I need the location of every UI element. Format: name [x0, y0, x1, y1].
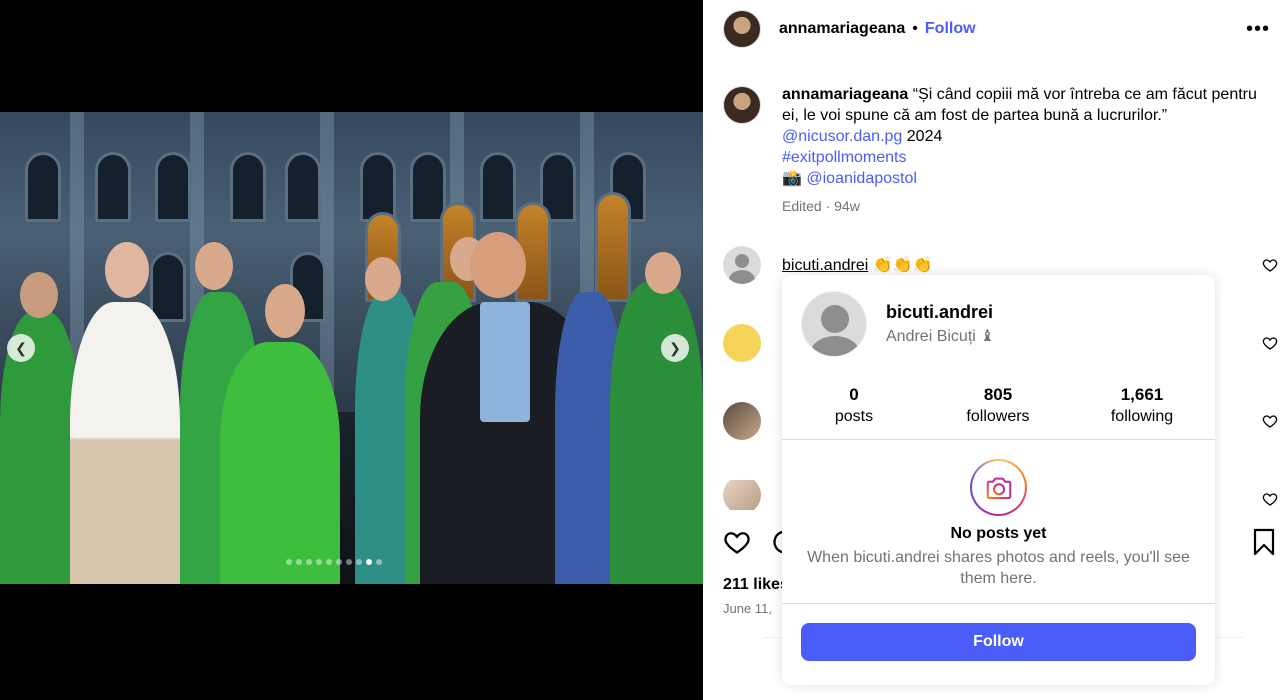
- follow-link[interactable]: Follow: [925, 20, 976, 38]
- like-icon[interactable]: [723, 528, 751, 556]
- avatar[interactable]: [723, 480, 761, 510]
- carousel-prev-button[interactable]: ❮: [7, 334, 35, 362]
- mention-link[interactable]: @ioanidapostol: [806, 170, 917, 187]
- crowd: [0, 232, 703, 584]
- stat-posts: 0 posts: [782, 384, 926, 428]
- divider: [782, 439, 1215, 440]
- carousel-dot: [356, 559, 362, 565]
- no-posts-description: When bicuti.andrei shares photos and ree…: [807, 549, 1190, 587]
- stat-followers[interactable]: 805 followers: [926, 384, 1070, 428]
- like-comment-icon[interactable]: [1262, 413, 1278, 429]
- hover-card-full-name: Andrei Bicuți ♝: [886, 328, 995, 345]
- mention-link[interactable]: @nicusor.dan.pg: [782, 128, 902, 145]
- carousel-dot: [286, 559, 292, 565]
- carousel-next-button[interactable]: ❯: [661, 334, 689, 362]
- stat-number: 805: [983, 385, 1013, 404]
- carousel-dot-active: [366, 559, 372, 565]
- profile-stats: 0 posts 805 followers 1,661 following: [782, 384, 1215, 428]
- avatar[interactable]: [723, 10, 761, 48]
- camera-icon: [970, 459, 1027, 516]
- stat-label: followers: [966, 408, 1030, 425]
- stat-following[interactable]: 1,661 following: [1070, 384, 1214, 428]
- chevron-right-icon: ❯: [669, 339, 681, 356]
- chevron-left-icon: ❮: [15, 339, 27, 356]
- post-photo: ❮ ❯: [0, 112, 703, 584]
- carousel-dot: [316, 559, 322, 565]
- stat-number: 0: [849, 385, 859, 404]
- post-caption: annamariageana “Și când copiii mă vor în…: [723, 84, 1273, 217]
- avatar[interactable]: [723, 402, 761, 440]
- post-header: annamariageana • Follow •••: [703, 0, 1288, 58]
- carousel-dot: [376, 559, 382, 565]
- carousel-dots: [286, 559, 382, 565]
- like-comment-icon[interactable]: [1262, 491, 1278, 507]
- avatar[interactable]: [801, 291, 867, 357]
- carousel-dot: [326, 559, 332, 565]
- stat-label: following: [1110, 408, 1174, 425]
- comment-row: [723, 324, 761, 362]
- stat-label: posts: [834, 408, 874, 425]
- carousel-dot: [336, 559, 342, 565]
- post-username[interactable]: annamariageana: [779, 20, 905, 38]
- hashtag-link[interactable]: #exitpollmoments: [782, 149, 907, 166]
- comment-text: 👏👏👏: [872, 257, 933, 274]
- follow-button[interactable]: Follow: [801, 623, 1196, 661]
- comment-row: [723, 480, 761, 510]
- more-options-icon[interactable]: •••: [1246, 18, 1270, 41]
- post-date: June 11,: [723, 601, 772, 616]
- caption-year: 2024: [906, 128, 943, 145]
- camera-emoji: 📸: [782, 170, 802, 187]
- divider: [782, 603, 1215, 604]
- profile-hover-card: bicuti.andrei Andrei Bicuți ♝ 0 posts 80…: [782, 275, 1215, 685]
- avatar[interactable]: [723, 246, 761, 284]
- hover-card-username[interactable]: bicuti.andrei: [886, 302, 995, 323]
- edited-timestamp: Edited · 94w: [782, 198, 860, 214]
- comment-username[interactable]: bicuti.andrei: [782, 257, 868, 274]
- carousel-dot: [296, 559, 302, 565]
- no-posts-title: No posts yet: [950, 525, 1047, 542]
- like-comment-icon[interactable]: [1262, 335, 1278, 351]
- caption-username[interactable]: annamariageana: [782, 86, 908, 103]
- carousel-dot: [346, 559, 352, 565]
- comment-row: [723, 402, 761, 440]
- bookmark-icon[interactable]: [1252, 528, 1276, 556]
- like-count[interactable]: 211 likes: [723, 576, 789, 594]
- stat-number: 1,661: [1120, 385, 1164, 404]
- post-media: ❮ ❯: [0, 0, 703, 700]
- carousel-dot: [306, 559, 312, 565]
- avatar[interactable]: [723, 86, 761, 124]
- like-comment-icon[interactable]: [1262, 257, 1278, 273]
- avatar[interactable]: [723, 324, 761, 362]
- separator-dot: •: [912, 20, 918, 37]
